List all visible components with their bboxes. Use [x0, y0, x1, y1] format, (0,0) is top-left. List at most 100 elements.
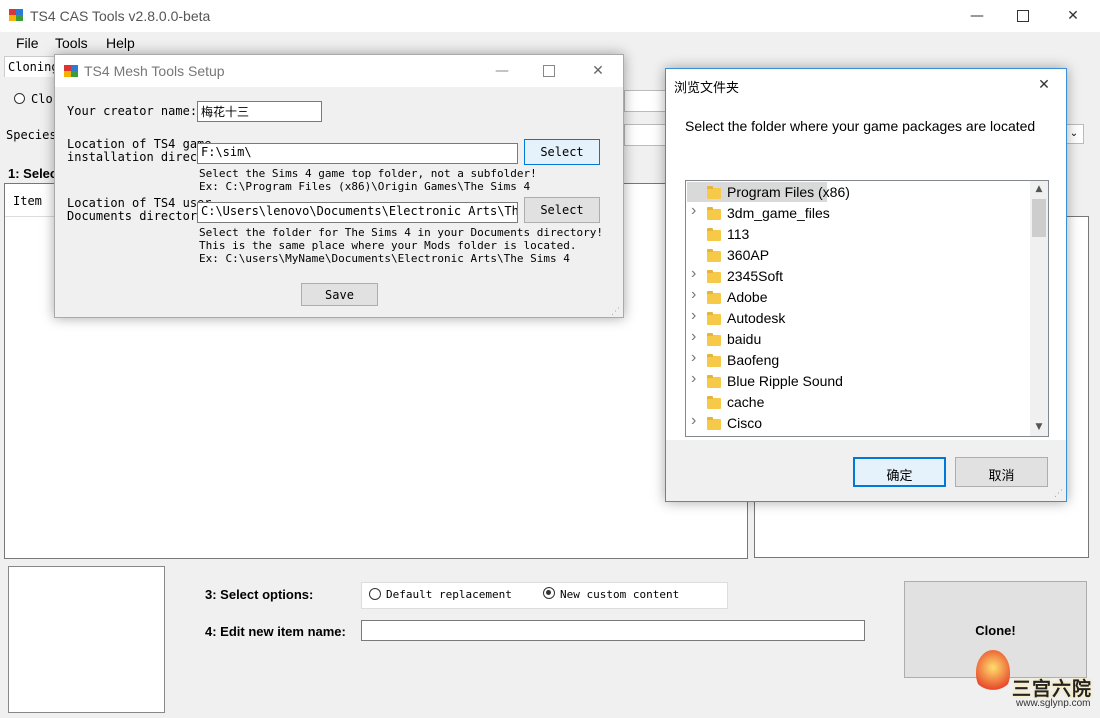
cancel-button-label: 取消	[988, 468, 1015, 483]
menu-file[interactable]: File	[16, 35, 39, 51]
ok-button[interactable]: 确定	[853, 457, 946, 487]
folder-icon	[707, 354, 721, 367]
folder-name: Autodesk	[727, 310, 786, 326]
resize-grip-icon[interactable]: ⋰	[1054, 489, 1064, 499]
game-location-select-button[interactable]: Select	[524, 139, 600, 165]
options-group: Default replacement New custom content	[361, 582, 728, 609]
maximize-icon[interactable]	[526, 55, 572, 87]
chevron-right-icon[interactable]: ›	[691, 265, 696, 283]
game-location-label-1: Location of TS4 game	[67, 137, 212, 151]
chevron-right-icon[interactable]: ›	[691, 412, 696, 430]
browse-folder-dialog: 浏览文件夹 ✕ Select the folder where your gam…	[665, 68, 1067, 502]
docs-hint-1: Select the folder for The Sims 4 in your…	[199, 226, 603, 239]
folder-name: cache	[727, 394, 765, 410]
folder-icon	[707, 396, 721, 409]
minimize-icon[interactable]: —	[954, 0, 1000, 32]
chevron-right-icon[interactable]: ›	[691, 307, 696, 325]
clone-radio-label: Clo	[31, 92, 53, 106]
folder-icon	[707, 270, 721, 283]
chevron-right-icon[interactable]: ›	[691, 328, 696, 346]
save-button-label: Save	[325, 288, 354, 302]
watermark-emblem-icon	[976, 650, 1010, 694]
species-dropdown[interactable]: ⌄	[1064, 124, 1084, 144]
docs-location-input[interactable]: C:\Users\lenovo\Documents\Electronic Art…	[197, 202, 518, 223]
folder-tree-item[interactable]: Program Files (x86)	[687, 182, 1030, 203]
folder-tree-item[interactable]: › Blue Ripple Sound	[687, 370, 1030, 392]
game-hint-1: Select the Sims 4 game top folder, not a…	[199, 167, 537, 180]
folder-name: 113	[727, 226, 750, 242]
folder-icon	[707, 375, 721, 388]
setup-dialog-title: TS4 Mesh Tools Setup	[84, 63, 225, 79]
right-field-1[interactable]	[624, 90, 667, 112]
scroll-up-icon[interactable]: ▲	[1030, 181, 1048, 198]
game-location-select-label: Select	[540, 145, 584, 159]
cancel-button[interactable]: 取消	[955, 457, 1048, 487]
main-titlebar: TS4 CAS Tools v2.8.0.0-beta — ✕	[0, 0, 1100, 32]
default-replacement-radio[interactable]	[369, 588, 381, 600]
new-custom-content-radio[interactable]	[543, 587, 555, 599]
setup-dialog: TS4 Mesh Tools Setup — ✕ Your creator na…	[54, 54, 624, 318]
folder-icon	[707, 417, 721, 430]
creator-name-input[interactable]: 梅花十三	[197, 101, 322, 122]
folder-tree-item[interactable]: › Baofeng	[687, 349, 1030, 371]
folder-name: 3dm_game_files	[727, 205, 830, 221]
folder-tree-item[interactable]: › 3dm_game_files	[687, 202, 1030, 224]
menu-bar	[0, 32, 1100, 54]
item-name-input[interactable]	[361, 620, 865, 641]
clone-radio[interactable]	[14, 93, 25, 104]
browse-dialog-titlebar: 浏览文件夹 ✕	[666, 69, 1066, 101]
folder-tree-item[interactable]: › baidu	[687, 328, 1030, 350]
close-icon[interactable]: ✕	[575, 55, 621, 87]
chevron-right-icon[interactable]: ›	[691, 370, 696, 388]
folder-tree-item[interactable]: › 2345Soft	[687, 265, 1030, 287]
scroll-thumb[interactable]	[1032, 199, 1046, 237]
select-section-label: 1: Selec	[8, 166, 58, 181]
folder-tree-item[interactable]: 360AP	[687, 245, 1030, 266]
docs-location-select-label: Select	[540, 203, 584, 217]
docs-location-label-1: Location of TS4 user	[67, 196, 212, 210]
folder-tree[interactable]: Program Files (x86) › 3dm_game_files 113 360…	[685, 180, 1049, 437]
clone-button-label: Clone!	[975, 623, 1016, 638]
right-field-2[interactable]	[624, 124, 667, 146]
game-location-label-2: installation directo	[67, 150, 212, 164]
folder-name: Baofeng	[727, 352, 780, 368]
folder-icon	[707, 207, 721, 220]
game-location-input[interactable]: F:\sim\	[197, 143, 518, 164]
scroll-down-icon[interactable]: ▼	[1030, 419, 1048, 436]
chevron-right-icon[interactable]: ›	[691, 286, 696, 304]
chevron-right-icon[interactable]: ›	[691, 349, 696, 367]
docs-hint-2: This is the same place where your Mods f…	[199, 239, 577, 252]
edit-name-label: 4: Edit new item name:	[205, 624, 346, 639]
item-column-header[interactable]: Item	[5, 184, 56, 217]
cloning-tab-label: Cloning	[8, 60, 59, 74]
close-icon[interactable]: ✕	[1050, 0, 1096, 32]
menu-help[interactable]: Help	[106, 35, 135, 51]
folder-tree-item[interactable]: › Cisco	[687, 412, 1030, 434]
chevron-right-icon[interactable]: ›	[691, 202, 696, 220]
folder-icon	[707, 333, 721, 346]
docs-hint-3: Ex: C:\users\MyName\Documents\Electronic…	[199, 252, 570, 265]
folder-tree-item[interactable]: 113	[687, 224, 1030, 245]
folder-icon	[707, 228, 721, 241]
setup-dialog-titlebar: TS4 Mesh Tools Setup — ✕	[55, 55, 623, 87]
resize-grip-icon[interactable]: ⋰	[611, 307, 621, 317]
new-custom-content-label: New custom content	[560, 588, 680, 601]
docs-location-label-2: Documents directory	[67, 209, 205, 223]
browse-description: Select the folder where your game packag…	[685, 118, 1036, 134]
game-hint-2: Ex: C:\Program Files (x86)\Origin Games\…	[199, 180, 531, 193]
tree-scrollbar[interactable]: ▲ ▼	[1030, 181, 1048, 436]
menu-tools[interactable]: Tools	[55, 35, 88, 51]
folder-icon	[707, 312, 721, 325]
docs-location-select-button[interactable]: Select	[524, 197, 600, 223]
item-column-label: Item	[13, 194, 42, 208]
minimize-icon[interactable]: —	[479, 55, 525, 87]
folder-tree-item[interactable]: › Adobe	[687, 286, 1030, 308]
select-options-label: 3: Select options:	[205, 587, 314, 602]
app-icon	[9, 9, 23, 21]
maximize-icon[interactable]	[1000, 0, 1046, 32]
folder-tree-item[interactable]: › Autodesk	[687, 307, 1030, 329]
folder-tree-item[interactable]: cache	[687, 392, 1030, 413]
close-icon[interactable]: ✕	[1024, 69, 1064, 101]
ok-button-label: 确定	[886, 468, 913, 483]
save-button[interactable]: Save	[301, 283, 378, 306]
